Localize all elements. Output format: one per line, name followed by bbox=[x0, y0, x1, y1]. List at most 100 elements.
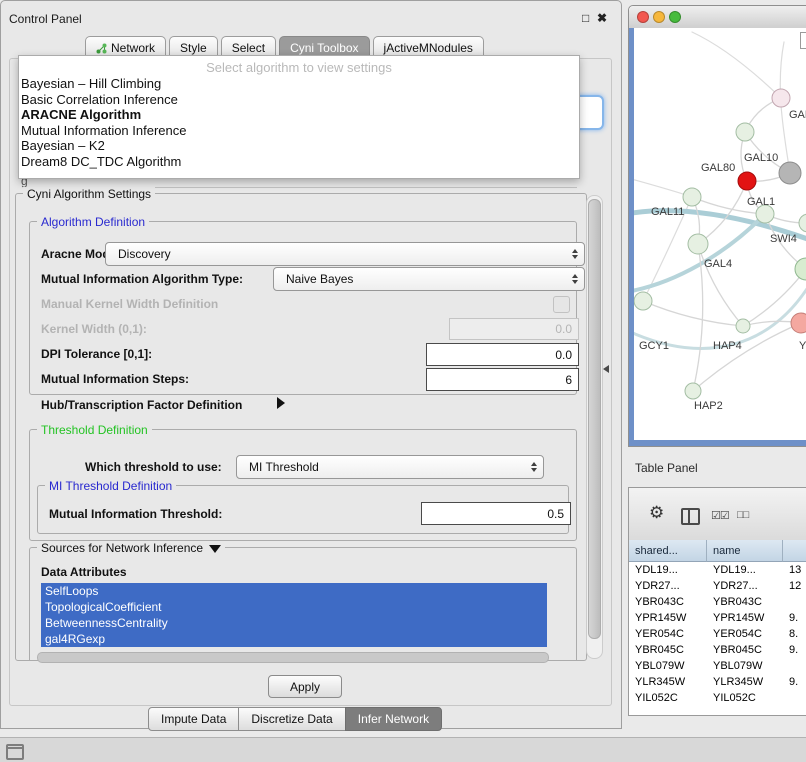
tab-label: Network bbox=[111, 41, 155, 55]
mi-type-label: Mutual Information Algorithm Type: bbox=[41, 272, 243, 286]
settings-scrollbar-track[interactable] bbox=[586, 195, 603, 659]
float-window-icon[interactable]: □ bbox=[582, 11, 589, 25]
list-item-betweennesscentrality[interactable]: BetweennessCentrality bbox=[41, 615, 547, 631]
apply-button[interactable]: Apply bbox=[268, 675, 342, 698]
minimize-traffic-light[interactable] bbox=[653, 11, 665, 23]
cell bbox=[783, 594, 806, 610]
mi-type-value: Naive Bayes bbox=[286, 272, 353, 286]
window-title: Control Panel bbox=[9, 12, 82, 26]
canvas-corner-widget[interactable] bbox=[800, 32, 806, 49]
network-node[interactable] bbox=[688, 234, 708, 254]
which-threshold-label: Which threshold to use: bbox=[85, 460, 222, 474]
bottom-tab-impute-data[interactable]: Impute Data bbox=[148, 707, 239, 731]
network-node[interactable] bbox=[772, 89, 790, 107]
network-node[interactable] bbox=[738, 172, 756, 190]
close-traffic-light[interactable] bbox=[637, 11, 649, 23]
mi-threshold-group-title: MI Threshold Definition bbox=[45, 479, 176, 493]
expand-arrow-icon[interactable] bbox=[277, 397, 285, 409]
network-node[interactable] bbox=[634, 292, 652, 310]
table-row[interactable]: YER054CYER054C8. bbox=[629, 626, 806, 642]
network-node[interactable] bbox=[779, 162, 801, 184]
settings-scrollbar-thumb[interactable] bbox=[588, 199, 601, 639]
kernel-width-field[interactable]: 0.0 bbox=[449, 318, 579, 340]
which-threshold-select[interactable]: MI Threshold bbox=[236, 455, 544, 479]
dpi-tolerance-field[interactable]: 0.0 bbox=[426, 343, 579, 366]
node-label-gal4: GAL4 bbox=[704, 258, 732, 270]
table-row[interactable]: YDL19...YDL19...13 bbox=[629, 562, 806, 578]
table-row[interactable]: YBL079WYBL079W bbox=[629, 658, 806, 674]
panel-splitter-arrow-icon[interactable] bbox=[603, 365, 609, 373]
cell: YBR045C bbox=[707, 642, 783, 658]
sources-group-title[interactable]: Sources for Network Inference bbox=[37, 541, 225, 555]
cell: YBL079W bbox=[707, 658, 783, 674]
column-header-name[interactable]: name bbox=[707, 540, 783, 562]
table-row[interactable]: YBR043CYBR043C bbox=[629, 594, 806, 610]
network-canvas[interactable]: GALGAL80GAL10GAL11GAL1SWI4GAL4GCY1HAP4YH… bbox=[629, 28, 806, 446]
algorithm-option-dream8-dc-tdc-algorithm[interactable]: Dream8 DC_TDC Algorithm bbox=[19, 154, 579, 170]
select-all-checkboxes-icon[interactable]: ☑☑ bbox=[711, 509, 729, 522]
kernel-width-value: 0.0 bbox=[555, 322, 572, 336]
algorithm-option-bayesian-hill-climbing[interactable]: Bayesian – Hill Climbing bbox=[19, 76, 579, 92]
mi-type-select[interactable]: Naive Bayes bbox=[273, 267, 585, 291]
network-node[interactable] bbox=[736, 319, 750, 333]
tab-label: jActiveMNodules bbox=[384, 41, 473, 55]
data-attributes-list[interactable]: SelfLoopsTopologicalCoefficientBetweenne… bbox=[41, 583, 547, 647]
tab-label: Style bbox=[180, 41, 207, 55]
cell: YER054C bbox=[629, 626, 707, 642]
tab-label: Select bbox=[232, 41, 265, 55]
stepper-icon bbox=[567, 270, 582, 288]
algorithm-option-bayesian-k2[interactable]: Bayesian – K2 bbox=[19, 138, 579, 154]
zoom-traffic-light[interactable] bbox=[669, 11, 681, 23]
algorithm-option-mutual-information-inference[interactable]: Mutual Information Inference bbox=[19, 123, 579, 139]
deselect-all-checkboxes-icon[interactable]: □□ bbox=[737, 509, 748, 521]
table-row[interactable]: YPR145WYPR145W9. bbox=[629, 610, 806, 626]
network-node[interactable] bbox=[791, 313, 806, 333]
mi-threshold-label: Mutual Information Threshold: bbox=[49, 507, 222, 521]
horizontal-scrollbar[interactable] bbox=[37, 652, 549, 663]
hub-section-label[interactable]: Hub/Transcription Factor Definition bbox=[41, 398, 242, 412]
columns-icon[interactable] bbox=[681, 508, 700, 525]
column-header-shared[interactable]: shared... bbox=[629, 540, 707, 562]
algorithm-option-aracne-algorithm[interactable]: ARACNE Algorithm bbox=[19, 107, 579, 123]
aracne-mode-select[interactable]: Discovery bbox=[105, 242, 585, 266]
list-item-topologicalcoefficient[interactable]: TopologicalCoefficient bbox=[41, 599, 547, 615]
aracne-mode-value: Discovery bbox=[118, 247, 171, 261]
algorithm-option-basic-correlation-inference[interactable]: Basic Correlation Inference bbox=[19, 92, 579, 108]
network-node[interactable] bbox=[736, 123, 754, 141]
table-row[interactable]: YIL052CYIL052C bbox=[629, 690, 806, 706]
gear-icon[interactable]: ⚙ bbox=[649, 503, 664, 523]
data-attributes-label: Data Attributes bbox=[41, 565, 127, 579]
table-row[interactable]: YBR045CYBR045C9. bbox=[629, 642, 806, 658]
network-node[interactable] bbox=[685, 383, 701, 399]
bottom-tab-infer-network[interactable]: Infer Network bbox=[345, 707, 442, 731]
panel-dock-icon[interactable] bbox=[6, 744, 24, 760]
table-row[interactable]: YDR27...YDR27...12 bbox=[629, 578, 806, 594]
close-window-icon[interactable]: ✖ bbox=[597, 11, 607, 25]
mi-steps-field[interactable]: 6 bbox=[426, 368, 579, 391]
which-threshold-value: MI Threshold bbox=[249, 460, 319, 474]
stepper-icon bbox=[567, 245, 582, 263]
manual-kernel-checkbox[interactable] bbox=[553, 296, 570, 313]
column-header-2[interactable] bbox=[783, 540, 806, 562]
cell: YBL079W bbox=[629, 658, 707, 674]
node-label-y: Y bbox=[799, 340, 806, 352]
bottom-tab-discretize-data[interactable]: Discretize Data bbox=[238, 707, 345, 731]
algorithm-definition-title: Algorithm Definition bbox=[37, 215, 149, 229]
mi-steps-value: 6 bbox=[565, 373, 572, 387]
bottom-strip bbox=[0, 737, 806, 762]
dpi-tolerance-value: 0.0 bbox=[555, 348, 572, 362]
threshold-definition-title: Threshold Definition bbox=[37, 423, 152, 437]
cell: YLR345W bbox=[629, 674, 707, 690]
cell: YBR045C bbox=[629, 642, 707, 658]
node-label-gal: GAL bbox=[789, 109, 806, 121]
network-window-titlebar[interactable] bbox=[629, 6, 806, 29]
list-item-gal4rgexp[interactable]: gal4RGexp bbox=[41, 631, 547, 647]
collapse-arrow-icon[interactable] bbox=[209, 545, 221, 553]
network-node[interactable] bbox=[683, 188, 701, 206]
node-label-hap4: HAP4 bbox=[713, 340, 742, 352]
mi-threshold-field[interactable]: 0.5 bbox=[421, 502, 571, 525]
list-item-selfloops[interactable]: SelfLoops bbox=[41, 583, 547, 599]
table-panel-window: ⚙ ☑☑ □□ shared...name YDL19...YDL19...13… bbox=[628, 487, 806, 716]
table-row[interactable]: YLR345WYLR345W9. bbox=[629, 674, 806, 690]
network-node[interactable] bbox=[799, 214, 806, 232]
